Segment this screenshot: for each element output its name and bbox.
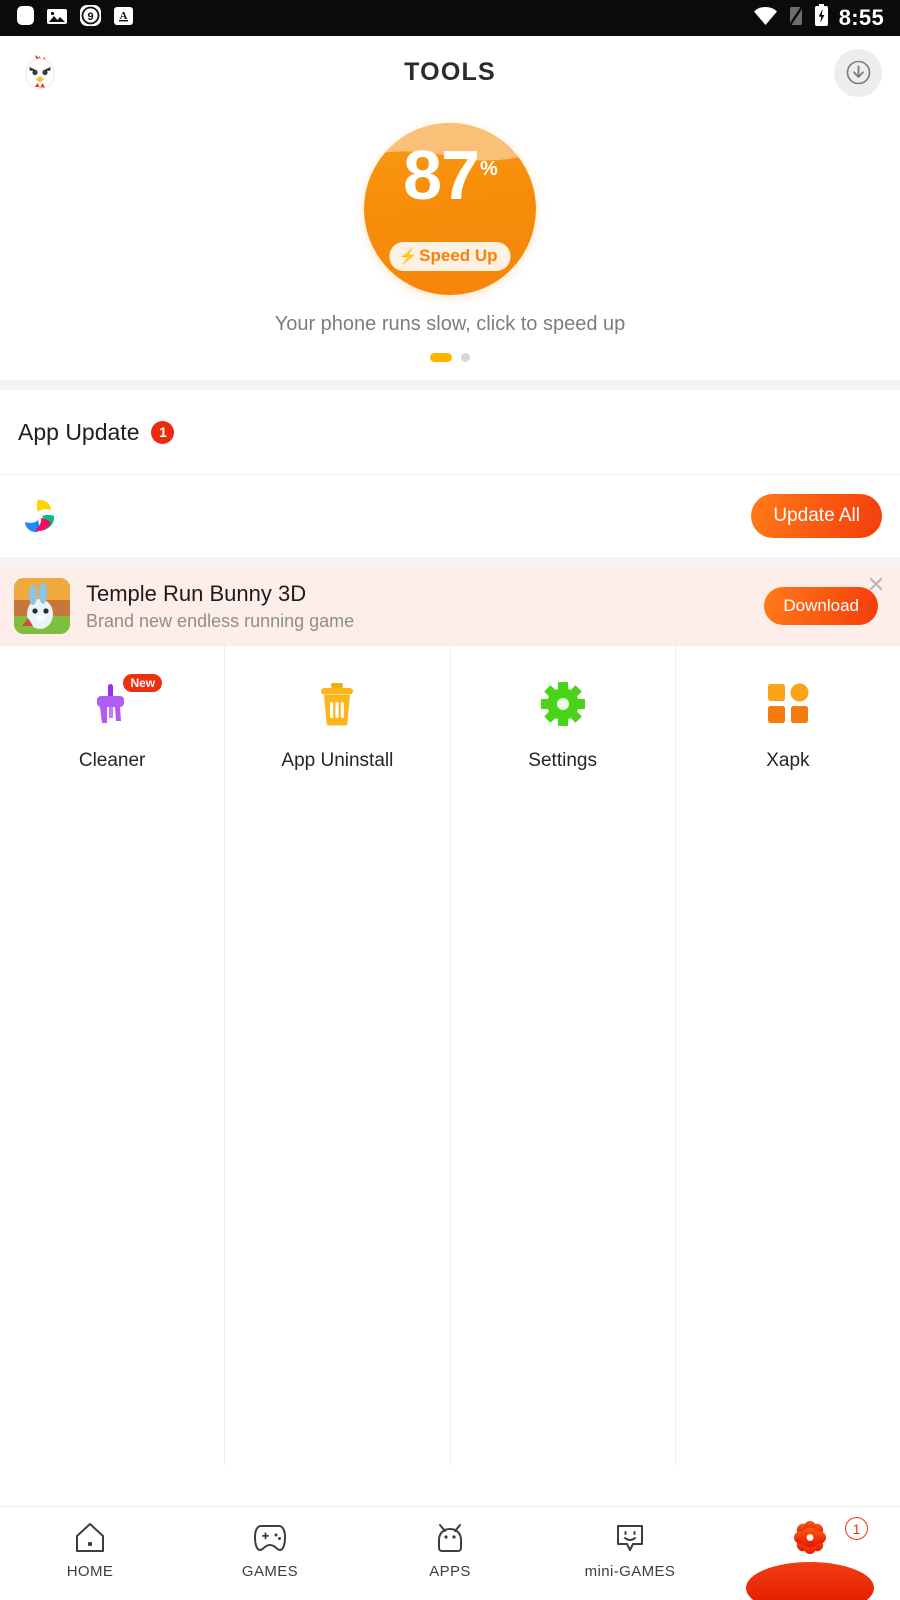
letter-a-icon: A xyxy=(113,5,134,32)
carousel-dot[interactable] xyxy=(461,353,470,362)
tool-item-app-uninstall[interactable]: App Uninstall xyxy=(225,646,451,1465)
gauge-number: 87 xyxy=(403,136,480,214)
tool-label-app-uninstall: App Uninstall xyxy=(281,750,394,771)
pinwheel-app-icon xyxy=(18,496,58,536)
gamepad-icon xyxy=(252,1519,288,1557)
status-bar-clock: 8:55 xyxy=(838,5,884,30)
nav-item-tools[interactable]: TOOLS 1 xyxy=(720,1517,900,1600)
section-divider xyxy=(0,380,900,390)
speed-up-button[interactable]: ⚡ Speed Up xyxy=(389,242,511,271)
broom-icon: New xyxy=(84,674,163,732)
trash-icon xyxy=(309,676,365,732)
bolt-icon: ⚡ xyxy=(398,247,418,265)
update-all-button[interactable]: Update All xyxy=(751,494,882,538)
chicken-avatar[interactable] xyxy=(18,50,62,95)
nine-badge-icon: 9 xyxy=(79,4,102,32)
tools-grid-columns: New Cleaner App Uninstall Settings Xapk xyxy=(0,646,900,1465)
download-circle-icon[interactable] xyxy=(834,48,882,97)
status-bar: 9 A 8:55 xyxy=(0,0,900,36)
app-update-row[interactable]: Update All xyxy=(0,475,900,557)
app-update-header: App Update 1 xyxy=(0,390,900,475)
status-bar-left-icons: 9 A xyxy=(16,4,134,32)
tools-badge: 1 xyxy=(845,1517,868,1540)
carousel-dots xyxy=(0,353,900,362)
promo-subtitle: Brand new endless running game xyxy=(86,611,355,632)
gauge-value: 87% xyxy=(364,140,536,210)
app-update-title: App Update xyxy=(18,418,140,445)
new-badge: New xyxy=(123,674,163,692)
tools-grid: New Cleaner App Uninstall Settings Xapk xyxy=(0,645,900,1465)
battery-charging-icon xyxy=(814,4,829,32)
speed-caption: Your phone runs slow, click to speed up xyxy=(274,313,626,335)
memory-usage-gauge[interactable]: 87% ⚡ Speed Up xyxy=(364,123,536,295)
home-icon xyxy=(75,1519,105,1557)
flower-tools-icon xyxy=(792,1519,828,1557)
nav-item-home[interactable]: HOME xyxy=(0,1519,180,1580)
app-update-count-badge: 1 xyxy=(151,420,175,444)
gauge-percent-symbol: % xyxy=(480,157,498,180)
photo-icon xyxy=(46,5,68,32)
close-icon[interactable]: ✕ xyxy=(864,572,888,597)
svg-text:9: 9 xyxy=(87,11,93,23)
nav-item-games[interactable]: GAMES xyxy=(180,1519,360,1580)
tool-label-xapk: Xapk xyxy=(766,750,810,771)
grid-shapes-icon xyxy=(760,676,816,732)
app-bar: TOOLS xyxy=(0,36,900,109)
tool-item-xapk[interactable]: Xapk xyxy=(676,646,900,1465)
tool-label-cleaner: Cleaner xyxy=(78,750,146,771)
chat-face-icon xyxy=(615,1519,645,1557)
tool-label-settings: Settings xyxy=(528,750,597,771)
page-title: TOOLS xyxy=(404,58,496,86)
gauge-wrapper: 87% ⚡ Speed Up xyxy=(0,123,900,295)
nav-item-mini-games[interactable]: mini-GAMES xyxy=(540,1519,720,1580)
section-divider-2 xyxy=(0,557,900,567)
nav-item-apps[interactable]: APPS xyxy=(360,1519,540,1580)
promo-text: Temple Run Bunny 3D Brand new endless ru… xyxy=(86,580,354,633)
active-tab-indicator xyxy=(746,1562,874,1600)
app-screen: 9 A 8:55 TOOLS 87% ⚡ Speed Up Your phone… xyxy=(0,0,900,1600)
speed-up-label: Speed Up xyxy=(419,246,498,265)
bottom-navigation: HOME GAMES APPS mini-GAMES 1 xyxy=(0,1506,900,1600)
rounded-square-icon xyxy=(16,4,35,32)
tool-item-cleaner[interactable]: New Cleaner xyxy=(0,646,226,1465)
signal-off-icon xyxy=(788,5,804,32)
promo-download-button[interactable]: Download xyxy=(764,587,878,625)
nav-label-mini-games: mini-GAMES xyxy=(584,1563,676,1580)
nav-label-games: GAMES xyxy=(241,1563,299,1580)
wifi-icon xyxy=(753,6,778,31)
carousel-dot-active[interactable] xyxy=(430,353,452,362)
bunny-game-icon xyxy=(14,578,70,634)
status-bar-right-icons: 8:55 xyxy=(753,4,884,32)
promo-banner[interactable]: Temple Run Bunny 3D Brand new endless ru… xyxy=(0,567,900,645)
promo-title: Temple Run Bunny 3D xyxy=(86,580,307,606)
speed-panel: 87% ⚡ Speed Up Your phone runs slow, cli… xyxy=(0,109,900,380)
nav-label-apps: APPS xyxy=(429,1563,471,1580)
nav-label-home: HOME xyxy=(66,1563,114,1580)
android-robot-icon xyxy=(435,1519,465,1557)
gear-icon xyxy=(535,676,591,732)
tool-item-settings[interactable]: Settings xyxy=(451,646,676,1465)
